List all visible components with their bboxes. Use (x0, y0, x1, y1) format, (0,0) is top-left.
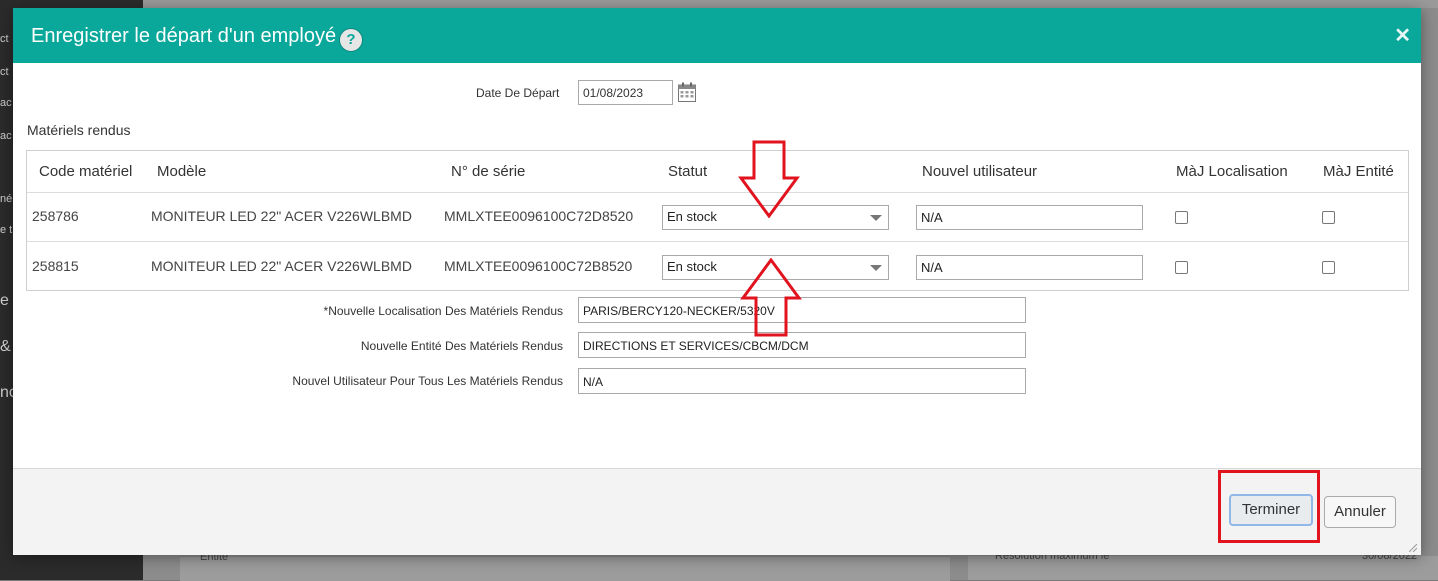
resize-handle-icon[interactable] (1409, 544, 1417, 552)
background-bottom-panel-right: Résolution maximum le 30/08/2022 (968, 550, 1438, 580)
bg-sidebar-item: ac (0, 97, 12, 109)
modele-cell: MONITEUR LED 22" ACER V226WLBMD (151, 208, 412, 224)
depart-employe-dialog: Enregistrer le départ d'un employé ? ✕ D… (13, 8, 1421, 555)
utilisateur-tous-input[interactable]: N/A (578, 368, 1026, 394)
materiels-rendus-label: Matériels rendus (27, 122, 131, 138)
dialog-footer: Terminer Annuler (13, 468, 1421, 555)
maj-localisation-checkbox[interactable] (1175, 211, 1188, 224)
entite-input[interactable]: DIRECTIONS ET SERVICES/CBCM/DCM (578, 332, 1026, 358)
table-row: 258786 MONITEUR LED 22" ACER V226WLBMD M… (27, 192, 1408, 242)
entite-label: Nouvelle Entité Des Matériels Rendus (360, 339, 563, 353)
down-arrow-annotation (738, 140, 800, 218)
column-header: MàJ Entité (1323, 163, 1394, 180)
bg-sidebar-item: & (0, 338, 11, 355)
bg-sidebar-item: ct (0, 66, 9, 78)
background-table-header (143, 0, 1438, 8)
dialog-title: Enregistrer le départ d'un employé (31, 25, 337, 47)
dialog-titlebar: Enregistrer le départ d'un employé ? ✕ (13, 8, 1421, 63)
localisation-label: *Nouvelle Localisation Des Matériels Ren… (323, 304, 563, 318)
date-depart-input[interactable] (578, 80, 673, 105)
nouvel-utilisateur-input[interactable]: N/A (916, 205, 1143, 230)
date-depart-label: Date De Départ (476, 86, 560, 100)
question-circle-icon[interactable]: ? (339, 28, 363, 52)
close-icon[interactable]: ✕ (1394, 23, 1411, 48)
terminer-highlight-annotation (1218, 470, 1320, 543)
column-header: Modèle (157, 163, 207, 180)
bg-sidebar-item: ac (0, 130, 12, 142)
up-arrow-annotation (740, 258, 802, 337)
chevron-down-icon (870, 215, 882, 221)
materiels-table: Code matériel Modèle N° de série Statut … (26, 150, 1409, 291)
serie-cell: MMLXTEE0096100C72D8520 (444, 208, 634, 224)
serie-cell: MMLXTEE0096100C72B8520 (444, 258, 633, 274)
nouvel-utilisateur-input[interactable]: N/A (916, 255, 1143, 280)
annuler-button[interactable]: Annuler (1324, 496, 1396, 528)
bg-sidebar-item: e t (0, 224, 13, 236)
utilisateur-tous-label: Nouvel Utilisateur Pour Tous Les Matérie… (292, 374, 563, 388)
bg-sidebar-item: né (0, 193, 13, 205)
maj-entite-checkbox[interactable] (1322, 211, 1335, 224)
statut-value: En stock (667, 259, 717, 274)
code-materiel-cell: 258815 (32, 258, 79, 274)
column-header: Code matériel (39, 163, 133, 180)
statut-value: En stock (667, 209, 717, 224)
maj-localisation-checkbox[interactable] (1175, 261, 1188, 274)
modele-cell: MONITEUR LED 22" ACER V226WLBMD (151, 258, 412, 274)
column-header: N° de série (451, 163, 526, 180)
column-header: Nouvel utilisateur (922, 163, 1038, 180)
bg-sidebar-item: ct (0, 33, 9, 45)
localisation-input[interactable]: PARIS/BERCY120-NECKER/5320V (578, 297, 1026, 323)
column-header: Statut (668, 163, 708, 180)
code-materiel-cell: 258786 (32, 208, 79, 224)
background-bottom-panel: Entité (180, 551, 950, 581)
maj-entite-checkbox[interactable] (1322, 261, 1335, 274)
bg-sidebar-item: e (0, 292, 9, 309)
calendar-icon[interactable] (678, 82, 696, 102)
chevron-down-icon (870, 265, 882, 271)
table-row: 258815 MONITEUR LED 22" ACER V226WLBMD M… (27, 242, 1408, 291)
column-header: MàJ Localisation (1176, 163, 1288, 180)
table-header: Code matériel Modèle N° de série Statut … (27, 151, 1408, 193)
